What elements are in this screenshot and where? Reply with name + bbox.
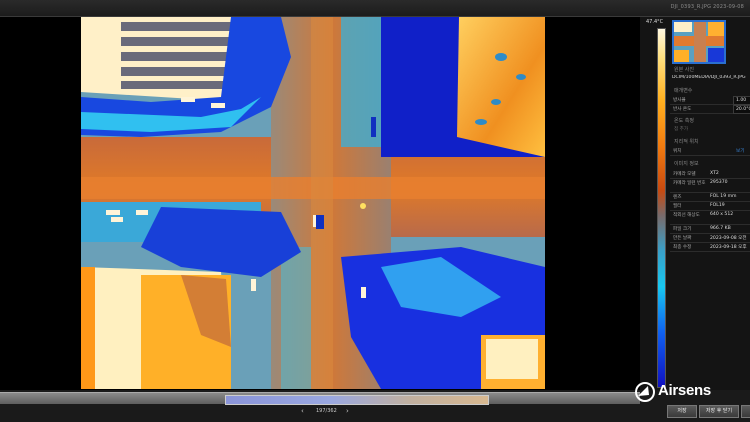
info-row: 필터 FOL19 (670, 202, 750, 211)
temperature-colorbar (657, 28, 666, 388)
param-label: 방사율 (673, 98, 686, 103)
thumbnail-preview (674, 22, 724, 62)
info-value: XT2 (710, 171, 719, 176)
save-button[interactable]: 저장 (667, 405, 697, 418)
temperature-max-label: 47.4°C (646, 19, 664, 25)
thermal-scene (81, 17, 545, 389)
param-label: 반사 온도 (673, 107, 692, 112)
brand-name: Airsens (658, 382, 711, 399)
location-label: 위치 (673, 149, 682, 154)
info-label: 카메라 모델 (673, 172, 696, 177)
save-close-button[interactable]: 저장 후 닫기 (699, 405, 739, 418)
info-value: 640 x 512 (710, 212, 734, 217)
window-title: DJI_0393_R.JPG 2023-09-08 (670, 4, 744, 10)
info-label: 만든 날짜 (673, 236, 692, 241)
info-value: 2023-09-08 오전 (710, 236, 747, 241)
image-viewer[interactable] (0, 17, 640, 390)
info-label: 렌즈 (673, 195, 682, 200)
extra-button[interactable] (741, 405, 750, 418)
reflected-temp-input[interactable]: 20.0°C (733, 105, 750, 114)
info-label: 카메라 일련 번호 (673, 181, 706, 186)
previous-image-button[interactable]: ‹ (301, 407, 304, 415)
info-value: FOL 19 mm (710, 194, 737, 199)
file-path: DCIM/100MEDIA/DJI_0393_R.JPG (672, 75, 746, 80)
info-row: 파일 크기 966.7 KB (670, 225, 750, 234)
info-value: 2023-09-18 오후 (710, 245, 747, 250)
info-label: 적외선 해상도 (673, 213, 700, 218)
info-row: 카메라 모델 XT2 (670, 170, 750, 179)
image-thumbnail[interactable] (672, 20, 726, 64)
emissivity-input[interactable]: 1.00 (733, 96, 750, 105)
info-row: 렌즈 FOL 19 mm (670, 193, 750, 202)
file-section-header: 원본 사진 (674, 67, 694, 73)
info-value: FOL19 (710, 203, 725, 208)
airsens-logo-icon (635, 382, 655, 402)
info-row: 최종 수정 2023-09-18 오후 (670, 243, 750, 252)
image-info-section-header: 이미지 정보 (674, 161, 699, 167)
thermal-image[interactable] (81, 17, 545, 389)
location-row: 위치 보기 (670, 147, 750, 156)
location-link[interactable]: 보기 (736, 148, 744, 154)
image-counter: 197/362 (316, 408, 337, 414)
info-value: 966.7 KB (710, 226, 731, 231)
info-label: 최종 수정 (673, 245, 692, 250)
add-point-hint[interactable]: 점 추가 (674, 126, 688, 132)
info-row: 적외선 해상도 640 x 512 (670, 211, 750, 225)
param-row-reflected-temp: 반사 온도 20.0°C (670, 105, 750, 114)
title-bar: DJI_0393_R.JPG 2023-09-08 (0, 0, 750, 17)
info-label: 필터 (673, 204, 682, 209)
image-timeline[interactable] (0, 392, 640, 405)
info-row: 카메라 일련 번호 295370 (670, 179, 750, 193)
timeline-position[interactable] (225, 395, 489, 405)
info-value: 295370 (710, 180, 728, 185)
point-section-header: 온도 측정 (674, 118, 694, 124)
params-section-header: 매개변수 (674, 88, 693, 94)
info-row: 만든 날짜 2023-09-08 오전 (670, 234, 750, 243)
param-row-emissivity: 방사율 1.00 (670, 96, 750, 105)
info-label: 파일 크기 (673, 227, 692, 232)
next-image-button[interactable]: › (346, 407, 349, 415)
brand-logo: Airsens (634, 378, 750, 406)
location-section-header: 지리적 위치 (674, 139, 699, 145)
